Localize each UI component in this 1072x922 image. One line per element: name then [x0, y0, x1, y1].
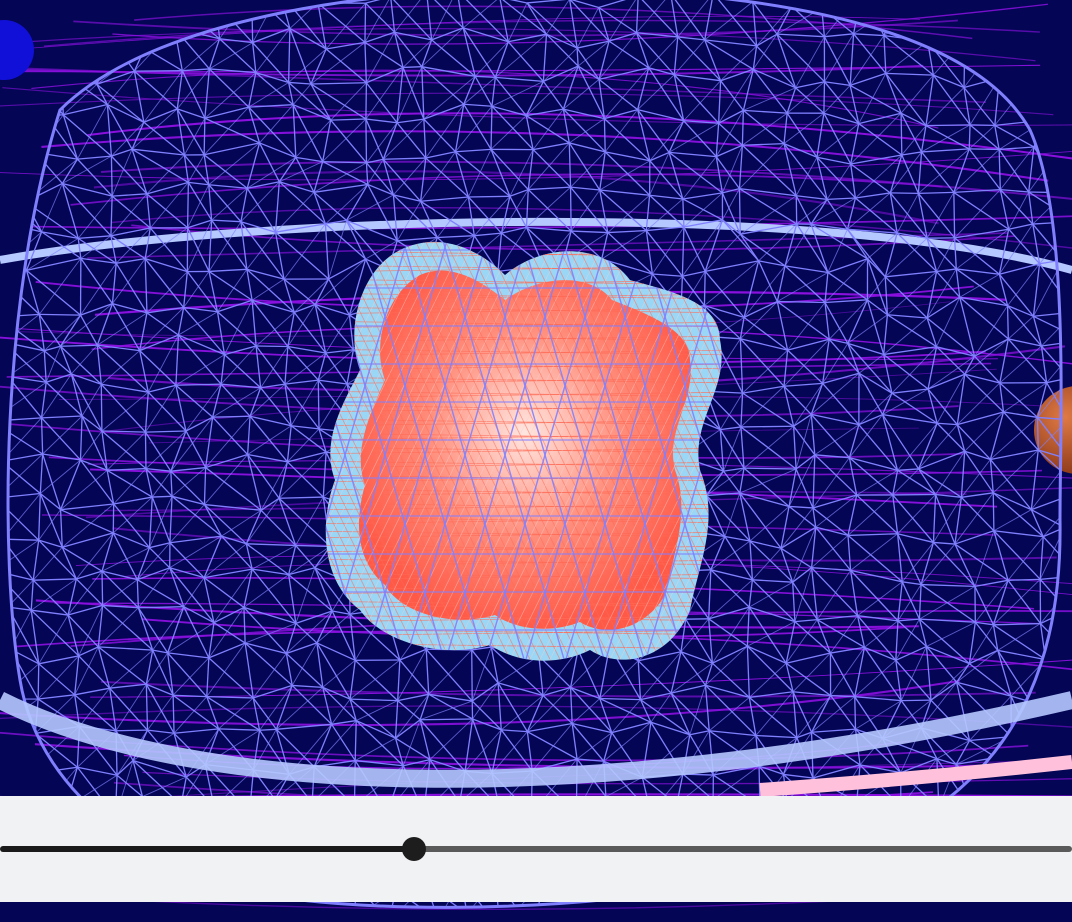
slider-thumb[interactable] — [402, 837, 426, 861]
slider-track-rest[interactable] — [414, 846, 1072, 852]
three-d-viewport[interactable] — [0, 0, 1072, 922]
scene-canvas[interactable] — [0, 0, 1072, 922]
slider-track-filled[interactable] — [0, 846, 414, 852]
right-planet[interactable] — [1034, 386, 1072, 474]
